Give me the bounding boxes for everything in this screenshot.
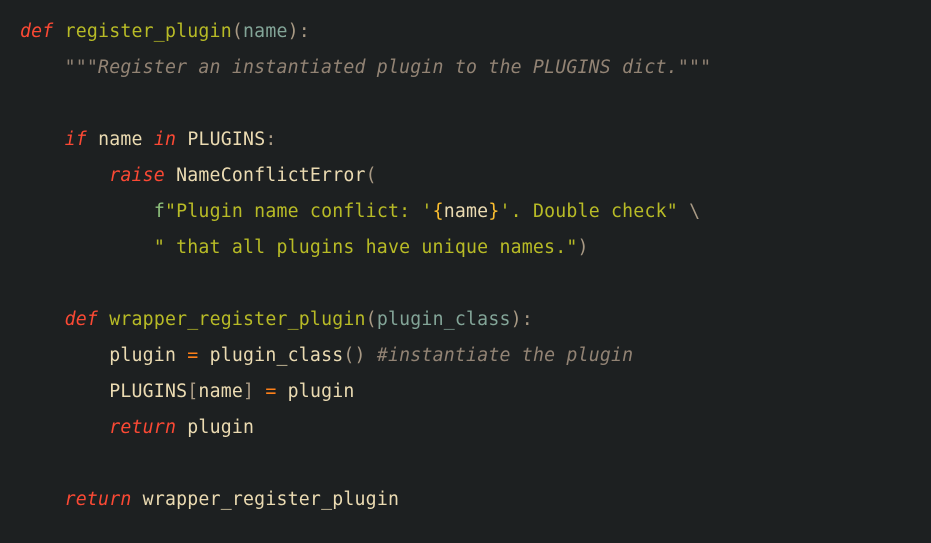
operator-assign: = <box>265 381 276 402</box>
line-continuation: \ <box>689 201 700 222</box>
func-name: wrapper_register_plugin <box>109 309 365 330</box>
keyword-in: in <box>154 129 176 150</box>
code-block: def register_plugin(name): """Register a… <box>0 0 931 532</box>
operator-assign: = <box>187 345 198 366</box>
line-12: return plugin <box>20 417 254 438</box>
line-10: plugin = plugin_class() #instantiate the… <box>20 345 633 366</box>
func-name: register_plugin <box>65 21 232 42</box>
keyword-raise: raise <box>109 165 165 186</box>
line-1: def register_plugin(name): <box>20 21 310 42</box>
line-6: f"Plugin name conflict: '{name}'. Double… <box>20 201 700 222</box>
line-2: """Register an instantiated plugin to th… <box>20 57 711 78</box>
line-4: if name in PLUGINS: <box>20 129 277 150</box>
keyword-def: def <box>65 309 98 330</box>
line-5: raise NameConflictError( <box>20 165 377 186</box>
keyword-if: if <box>65 129 87 150</box>
line-14: return wrapper_register_plugin <box>20 489 399 510</box>
keyword-return: return <box>65 489 132 510</box>
docstring: """Register an instantiated plugin to th… <box>65 57 712 78</box>
line-7: " that all plugins have unique names.") <box>20 237 589 258</box>
keyword-def: def <box>20 21 53 42</box>
error-class: NameConflictError <box>176 165 366 186</box>
param-name: name <box>243 21 288 42</box>
line-11: PLUGINS[name] = plugin <box>20 381 355 402</box>
line-9: def wrapper_register_plugin(plugin_class… <box>20 309 533 330</box>
f-prefix: f <box>154 201 165 222</box>
param-name: plugin_class <box>377 309 511 330</box>
keyword-return: return <box>109 417 176 438</box>
comment: #instantiate the plugin <box>377 345 633 366</box>
